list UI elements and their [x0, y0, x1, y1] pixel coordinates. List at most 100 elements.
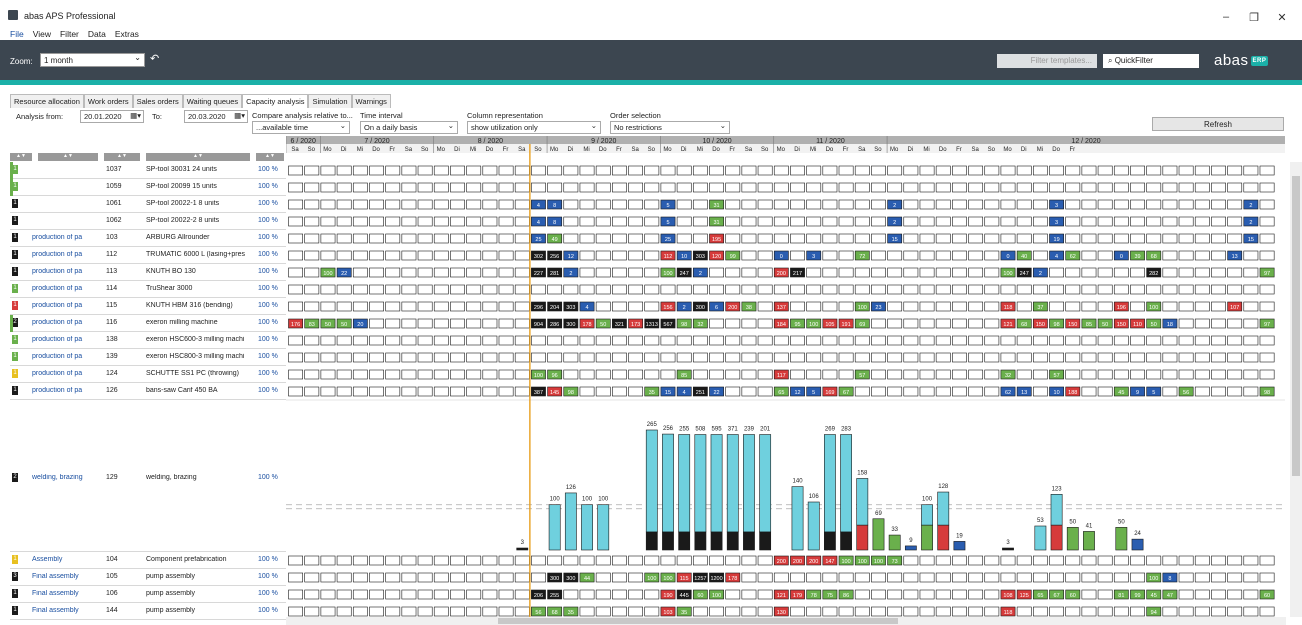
menu-view[interactable]: View: [33, 29, 51, 39]
resource-row[interactable]: 1 Final assembly 106 pump assembly 100 %: [10, 586, 286, 603]
group-link[interactable]: production of pa: [32, 251, 102, 258]
day-label: Di: [794, 147, 800, 153]
resource-row[interactable]: 1 production of pa 124 SCHÜTTE SS1 PC (thro…: [10, 366, 286, 383]
capacity-cell: [709, 555, 724, 566]
tab-sales-orders[interactable]: Sales orders: [132, 94, 183, 108]
tab-capacity-analysis[interactable]: Capacity analysis: [242, 94, 309, 108]
capacity-cell: [482, 216, 498, 227]
horizontal-scrollbar[interactable]: [286, 617, 1286, 625]
capacity-cell: [336, 555, 352, 566]
resource-row[interactable]: 1 production of pa 114 TruShear 3000 100 %: [10, 281, 286, 298]
scroll-thumb[interactable]: [498, 618, 898, 624]
capacity-cell: [1065, 572, 1081, 583]
group-link[interactable]: production of pa: [32, 387, 102, 394]
capacity-cell: [984, 284, 1000, 295]
group-link[interactable]: production of pa: [32, 268, 102, 275]
tab-waiting-queues[interactable]: Waiting queues: [182, 94, 243, 108]
priority-chip: 1: [12, 386, 18, 395]
minimize-button[interactable]: –: [1216, 11, 1236, 23]
capacity-cell: [757, 250, 773, 261]
resource-row[interactable]: 1 1059 SP-tool 20099 15 units 100 %: [10, 179, 286, 196]
group-link[interactable]: Assembly: [32, 556, 102, 563]
resource-row[interactable]: 1 production of pa 126 bans-saw Carif 450 B…: [10, 383, 286, 400]
capacity-cell: [903, 369, 919, 380]
menu-extras[interactable]: Extras: [115, 29, 139, 39]
capacity-cell: [741, 352, 757, 363]
resource-row[interactable]: 2 production of pa 116 exeron milling machi…: [10, 315, 286, 332]
group-link[interactable]: production of pa: [32, 285, 102, 292]
group-link[interactable]: production of pa: [32, 234, 102, 241]
restore-button[interactable]: ❐: [1244, 11, 1264, 24]
zoom-select[interactable]: 1 month: [40, 53, 145, 67]
resource-row[interactable]: 1 1037 SP-tool 30031 24 units 100 %: [10, 162, 286, 179]
capacity-cell: [450, 250, 465, 261]
close-button[interactable]: ✕: [1272, 11, 1292, 24]
cell-value: 130: [777, 610, 786, 616]
resource-row[interactable]: 1 production of pa 115 KNUTH HBM 316 (bendi…: [10, 298, 286, 315]
group-link[interactable]: production of pa: [32, 302, 102, 309]
calendar-icon[interactable]: ▦▾: [234, 111, 245, 120]
resource-number: 103: [106, 234, 118, 241]
column-header-sort[interactable]: ▲▼: [104, 153, 140, 161]
cell-value: 191: [842, 322, 851, 328]
tab-simulation[interactable]: Simulation: [308, 94, 352, 108]
capacity-cell: [595, 216, 611, 227]
capacity-cell: [1178, 606, 1194, 617]
capacity-cell: [1065, 369, 1081, 380]
resource-row[interactable]: 1 Assembly 104 Component prefabrication 100 …: [10, 552, 286, 569]
group-link[interactable]: production of pa: [32, 353, 102, 360]
capacity-cell: [563, 555, 579, 566]
group-link[interactable]: welding, brazing: [32, 474, 102, 481]
group-link[interactable]: production of pa: [32, 336, 102, 343]
resource-row[interactable]: 1 production of pa 103 ARBURG Allrounder 100…: [10, 230, 286, 247]
group-link[interactable]: production of pa: [32, 319, 102, 326]
capacity-gantt[interactable]: 6 / 2020 7 / 2020 8 / 2020 9 / 2020 10 / 202…: [286, 136, 1285, 618]
resource-row[interactable]: 1 production of pa 138 exeron HSC600-3 mill…: [10, 332, 286, 349]
column-header-sort[interactable]: ▲▼: [146, 153, 250, 161]
column-representation-select[interactable]: show utilization only: [467, 121, 601, 134]
capacity-cell: [1178, 589, 1194, 600]
capacity-cell: [887, 250, 903, 261]
day-label: Sa: [745, 147, 753, 153]
vertical-scrollbar[interactable]: [1290, 162, 1302, 617]
group-link[interactable]: production of pa: [32, 370, 102, 377]
calendar-icon[interactable]: ▦▾: [130, 111, 141, 120]
capacity-cell: [1259, 572, 1275, 583]
interval-select[interactable]: On a daily basis: [360, 121, 458, 134]
resource-row[interactable]: 1 1061 SP-tool 20022-1 8 units 100 %: [10, 196, 286, 213]
utilization-percent: 100 %: [258, 183, 278, 190]
resource-row[interactable]: 1 1062 SP-tool 20022-2 8 units 100 %: [10, 213, 286, 230]
capacity-cell: [1130, 165, 1145, 176]
group-link[interactable]: Final assembly: [32, 607, 102, 614]
refresh-button[interactable]: Refresh: [1152, 117, 1284, 131]
order-selection-select[interactable]: No restrictions: [610, 121, 730, 134]
to-date-input[interactable]: 20.03.2020 ▦▾: [184, 110, 248, 123]
menu-file[interactable]: File: [10, 29, 24, 39]
compare-select[interactable]: ...available time: [252, 121, 350, 134]
quickfilter-input[interactable]: ⌕ QuickFilter: [1103, 54, 1199, 68]
group-link[interactable]: Final assembly: [32, 590, 102, 597]
resource-row[interactable]: 1 Final assembly 144 pump assembly 100 %: [10, 603, 286, 620]
scroll-thumb[interactable]: [1292, 176, 1300, 476]
resource-row[interactable]: 1 production of pa 112 TRUMATIC 6000 L (las…: [10, 247, 286, 264]
column-header-sort[interactable]: ▲▼: [256, 153, 284, 161]
capacity-cell: [466, 199, 482, 210]
tab-resource-allocation[interactable]: Resource allocation: [10, 94, 84, 108]
tab-warnings[interactable]: Warnings: [351, 94, 391, 108]
group-link[interactable]: Final assembly: [32, 573, 102, 580]
resource-row[interactable]: 2 welding, brazing 129 welding, brazing 100 …: [10, 400, 286, 552]
resource-row[interactable]: 3 Final assembly 105 pump assembly 100 %: [10, 569, 286, 586]
filter-templates-input[interactable]: Filter templates...: [997, 54, 1097, 68]
from-date-input[interactable]: 20.01.2020 ▦▾: [80, 110, 144, 123]
resource-row[interactable]: 1 production of pa 113 KNUTH BO 130 100 %: [10, 264, 286, 281]
column-header-sort[interactable]: ▲▼: [10, 153, 32, 161]
menu-filter[interactable]: Filter: [60, 29, 79, 39]
capacity-cell: [1211, 182, 1226, 193]
undo-icon[interactable]: ↶: [150, 52, 159, 65]
utilization-percent: 100 %: [258, 590, 278, 597]
capacity-cell: [1032, 284, 1048, 295]
tab-work-orders[interactable]: Work orders: [83, 94, 133, 108]
resource-row[interactable]: 1 production of pa 139 exeron HSC800-3 mill…: [10, 349, 286, 366]
column-header-sort[interactable]: ▲▼: [38, 153, 98, 161]
menu-data[interactable]: Data: [88, 29, 106, 39]
